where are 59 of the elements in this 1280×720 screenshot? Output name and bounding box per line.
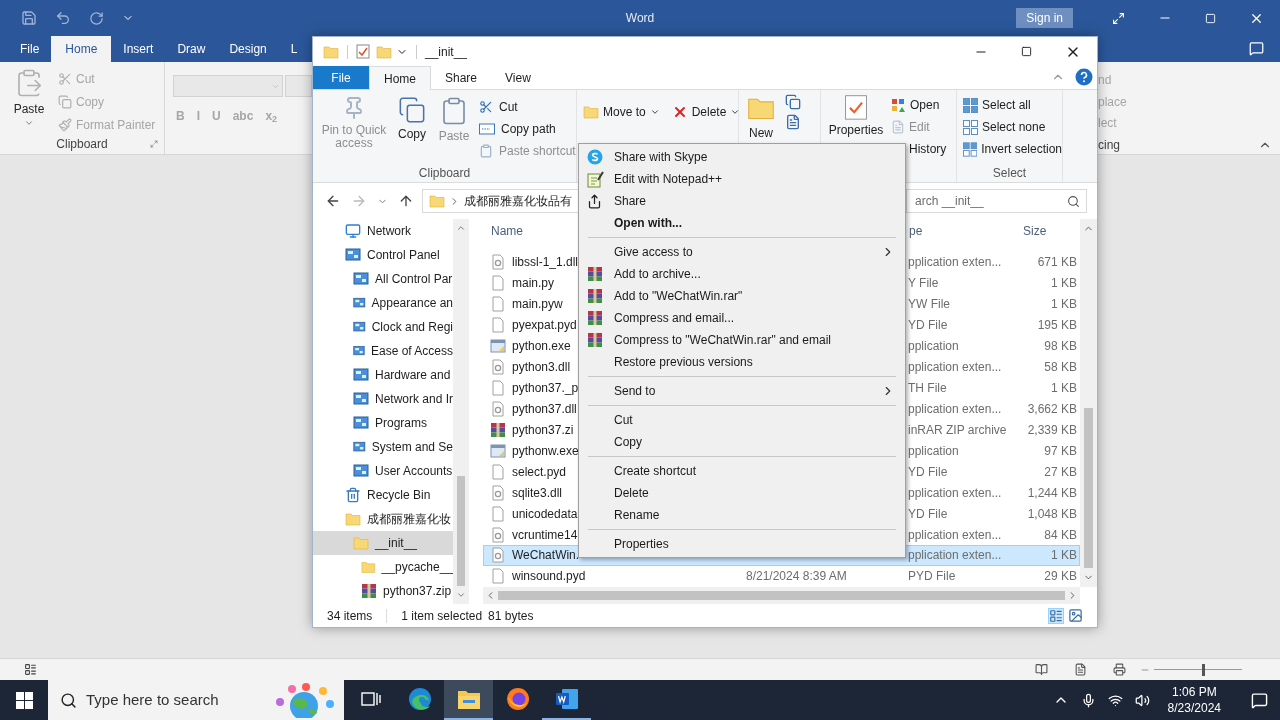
file-name: unicodedata bbox=[512, 505, 578, 523]
date-modified: 8/21/2024 8:39 AM bbox=[746, 569, 847, 584]
file-size: 29 KB bbox=[1043, 568, 1078, 586]
file-name: select.pyd bbox=[512, 463, 567, 481]
file-type: pplication exten... bbox=[908, 359, 1003, 377]
window-title: __init__ bbox=[425, 43, 468, 61]
file-size: 84 KB bbox=[1043, 526, 1078, 544]
file-type: YD File bbox=[908, 505, 949, 523]
file-name: vcruntime14 bbox=[512, 526, 578, 544]
file-type: pplication bbox=[908, 338, 960, 356]
file-name: main.py bbox=[512, 275, 555, 293]
file-name: pyexpat.pyd bbox=[512, 317, 577, 335]
file-type: inRAR ZIP archive bbox=[908, 421, 1008, 439]
file-size: 1,048 KB bbox=[1026, 505, 1078, 523]
group-label: Select bbox=[991, 165, 1028, 182]
item-count: 34 items bbox=[327, 607, 373, 625]
file-type: pplication exten... bbox=[908, 484, 1003, 502]
file-name: libssl-1_1.dll bbox=[512, 254, 579, 272]
file-type: pplication exten... bbox=[908, 526, 1003, 544]
file-name: WeChatWin. bbox=[512, 547, 580, 565]
file-size: 1 KB bbox=[1050, 380, 1078, 397]
group-label: Clipboard bbox=[56, 136, 108, 153]
group-label: cing bbox=[1098, 137, 1120, 154]
file-name: python3.dll bbox=[512, 359, 571, 377]
file-size: 671 KB bbox=[1036, 254, 1078, 272]
file-name: python37.dll bbox=[512, 400, 577, 418]
file-type: YW File bbox=[908, 296, 951, 314]
file-name: sqlite3.dll bbox=[512, 484, 563, 502]
selection-count: 1 item selected bbox=[401, 607, 483, 625]
file-size: 97 KB bbox=[1043, 442, 1078, 460]
file-name: main.pyw bbox=[512, 296, 563, 314]
file-type: Y File bbox=[908, 275, 940, 293]
file-size: 2,339 KB bbox=[1026, 421, 1078, 439]
file-type: TH File bbox=[908, 380, 948, 397]
file-name: python37._p bbox=[512, 380, 579, 397]
file-name: pythonw.exe bbox=[512, 442, 579, 460]
file-size: 1 KB bbox=[1050, 296, 1078, 314]
file-name: python37.zi bbox=[512, 421, 574, 439]
file-size: 58 KB bbox=[1043, 359, 1078, 377]
file-name: python.exe bbox=[512, 338, 571, 356]
search-placeholder: Type here to search bbox=[86, 689, 220, 710]
file-size: 1,244 KB bbox=[1026, 484, 1078, 502]
window-title: Word bbox=[625, 10, 655, 27]
file-name: winsound.pyd bbox=[512, 568, 586, 586]
file-size: 195 KB bbox=[1036, 317, 1078, 335]
file-size: 1 KB bbox=[1050, 275, 1078, 293]
group-label: Clipboard bbox=[417, 165, 472, 182]
file-size: 27 KB bbox=[1043, 463, 1078, 481]
file-type: YD File bbox=[908, 463, 949, 481]
file-type: pplication bbox=[908, 442, 960, 460]
file-size: 98 KB bbox=[1043, 338, 1078, 356]
file-type: YD File bbox=[908, 317, 949, 335]
file-size: 3,662 KB bbox=[1026, 400, 1078, 418]
file-type: pplication exten... bbox=[908, 547, 1003, 565]
selection-size: 81 bytes bbox=[488, 607, 534, 625]
file-type: PYD File bbox=[908, 568, 957, 586]
file-type: pplication exten... bbox=[908, 400, 1003, 418]
file-type: pplication exten... bbox=[908, 254, 1003, 272]
file-size: 1 KB bbox=[1050, 547, 1078, 565]
